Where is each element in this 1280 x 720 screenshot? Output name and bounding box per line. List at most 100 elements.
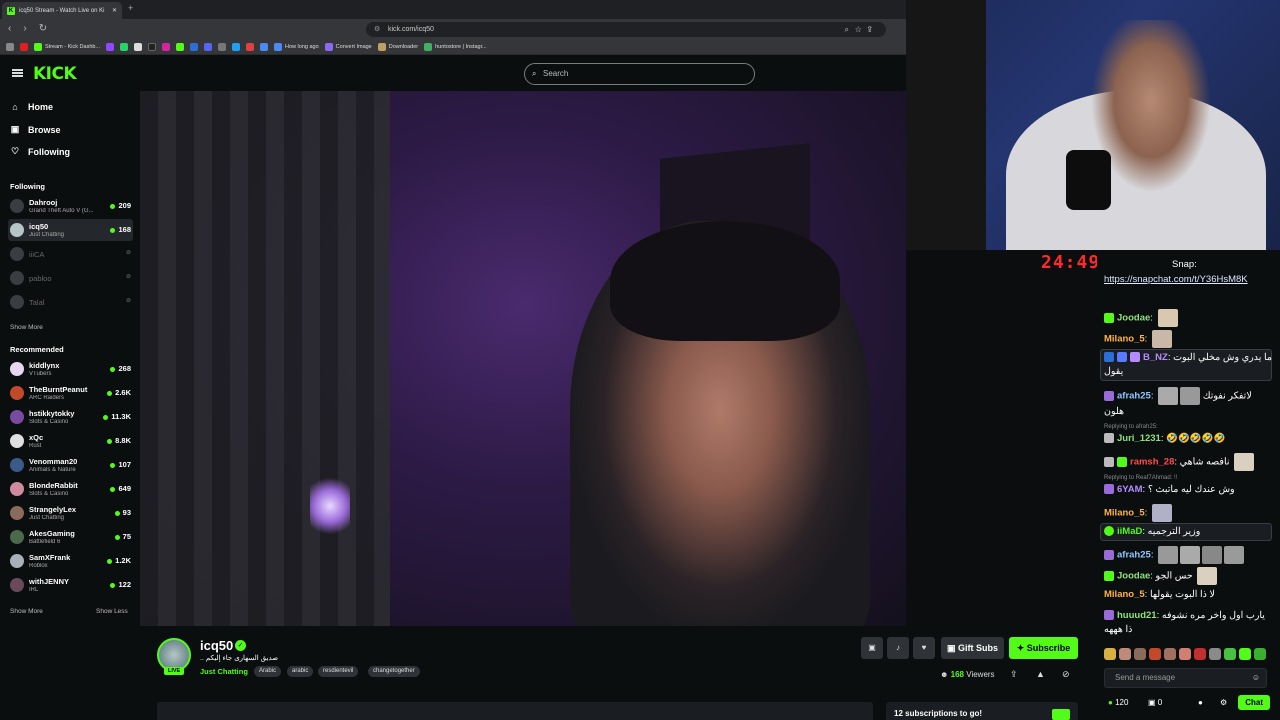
sidebar-channel[interactable]: pabloo ⊘ <box>8 267 133 289</box>
nav-following[interactable]: ♡ Following <box>10 146 70 157</box>
badge-icon <box>1104 352 1114 363</box>
forward-icon[interactable]: › <box>23 23 26 34</box>
sidebar-channel[interactable]: SamXFrank Roblox 1.2K <box>8 550 133 572</box>
tag-arabic-lower[interactable]: arabic <box>287 666 314 677</box>
sidebar-channel[interactable]: TheBurntPeanut ARC Raiders 2.6K <box>8 382 133 404</box>
sidebar-channel[interactable]: xQc Rust 8.8K <box>8 430 133 452</box>
subscribe-button[interactable]: ✦ Subscribe <box>1009 637 1078 659</box>
sidebar-channel[interactable]: iiiCA ⊘ <box>8 243 133 265</box>
bookmark-icon[interactable] <box>190 43 199 51</box>
back-icon[interactable]: ‹ <box>8 23 11 34</box>
sidebar-channel[interactable]: BlondeRabbit Slots & Casino 649 <box>8 478 133 500</box>
site-info-icon[interactable]: ⚙ <box>374 22 380 37</box>
show-more-recommended[interactable]: Show More <box>10 608 43 615</box>
show-more-following[interactable]: Show More <box>10 324 43 331</box>
twitch-icon[interactable] <box>106 43 115 51</box>
sidebar-channel[interactable]: hstikkytokky Slots & Casino 11.3K <box>8 406 133 428</box>
whatsapp-icon[interactable] <box>120 43 129 51</box>
notification-bell-icon[interactable]: ♪ <box>887 637 909 659</box>
channel-avatar <box>10 554 24 568</box>
bookmark-icon[interactable] <box>246 43 255 51</box>
sidebar-channel[interactable]: Dahrooj Grand Theft Auto V (G... 209 <box>8 195 133 217</box>
bookmark-downloader[interactable]: Downloader <box>377 43 418 51</box>
report-icon[interactable]: ▲ <box>1036 669 1045 679</box>
bookmark-convert-image[interactable]: Convert Image <box>324 43 372 51</box>
sidebar-channel[interactable]: kiddlynx VTubers 268 <box>8 358 133 380</box>
emote-icon[interactable] <box>1134 648 1146 660</box>
emote-icon[interactable] <box>1179 648 1191 660</box>
bookmark-how-long-ago[interactable]: How long ago <box>274 43 319 51</box>
nav-browse[interactable]: ▣ Browse <box>10 124 61 135</box>
tag-changetogether[interactable]: changetogether <box>368 666 420 677</box>
gift-subs-button[interactable]: ▣ Gift Subs <box>941 637 1004 659</box>
chat-users-icon[interactable]: ● <box>1198 698 1203 707</box>
video-player[interactable] <box>140 91 906 626</box>
emote-icon[interactable] <box>1149 648 1161 660</box>
youtube-icon[interactable] <box>20 43 28 51</box>
chat-snap-label: Snap: <box>1172 259 1197 270</box>
tag-arabic[interactable]: Arabic <box>254 666 282 677</box>
stream-category[interactable]: Just Chatting <box>200 667 248 676</box>
bookmark-huntostore[interactable]: huntostore | Instagr... <box>424 43 487 51</box>
hide-icon[interactable]: ⊘ <box>1062 669 1070 680</box>
menu-icon[interactable] <box>12 69 23 77</box>
chat-message: B_NZ: ما يدري وش مخلي البوت يقول <box>1104 352 1273 377</box>
url-field[interactable]: ⚙ kick.com/icq50 ⌕☆⇪ <box>366 22 886 37</box>
emote-icon[interactable] <box>1254 648 1266 660</box>
new-tab-button[interactable]: + <box>128 3 133 13</box>
browser-tab[interactable]: K icq50 Stream - Watch Live on Ki ✕ <box>2 2 122 19</box>
search-input[interactable]: ⌕ Search <box>524 63 755 85</box>
channel-category: Animals & Nature <box>29 467 76 473</box>
emote-icon[interactable] <box>1239 648 1251 660</box>
chat-snap-link[interactable]: https://snapchat.com/t/Y36HsM8K <box>1104 273 1270 287</box>
channel-viewers: 107 <box>110 460 131 469</box>
instagram-icon[interactable] <box>162 43 171 51</box>
sidebar-channel[interactable]: Talal ⊘ <box>8 291 133 313</box>
channel-name: xQc <box>29 433 44 442</box>
follow-heart-icon[interactable]: ♥ <box>913 637 935 659</box>
kick-logo[interactable]: KICK <box>33 64 77 84</box>
tab-title: icq50 Stream - Watch Live on Ki <box>19 7 105 14</box>
emoji-picker-icon[interactable]: ☺ <box>1252 669 1260 687</box>
reload-icon[interactable]: ↻ <box>39 23 47 34</box>
chat-message: huuud21: يارب اول واخر مره نشوفه ذا هههه <box>1104 610 1265 635</box>
x-icon[interactable] <box>134 43 143 51</box>
bookmark-kick-dashboard[interactable]: Stream - Kick Dashb... <box>34 43 100 51</box>
theater-mode-icon[interactable]: ▣ <box>861 637 883 659</box>
sidebar-channel[interactable]: StrangelyLex Just Chatting 93 <box>8 502 133 524</box>
chat-footer: ● 120 ▣ 0 ● ⚙ Chat <box>1104 694 1272 714</box>
emote-icon[interactable] <box>1164 648 1176 660</box>
tab-close-icon[interactable]: ✕ <box>112 7 117 14</box>
channel-points[interactable]: ● 120 <box>1108 698 1128 707</box>
emote-icon[interactable] <box>1119 648 1131 660</box>
subs-goal-button[interactable] <box>1052 709 1070 720</box>
tag-resdientevil[interactable]: resdientevil <box>318 666 359 677</box>
emote-icon[interactable] <box>1104 648 1116 660</box>
sidebar-channel[interactable]: icq50 Just Chatting 168 <box>8 219 133 241</box>
bookmark-icon[interactable] <box>260 43 269 51</box>
sidebar-channel[interactable]: withJENNY IRL 122 <box>8 574 133 596</box>
chat-settings-icon[interactable]: ⚙ <box>1220 698 1227 707</box>
channel-category: Grand Theft Auto V (G... <box>29 208 94 214</box>
sidebar-channel[interactable]: AkesGaming Battlefield 6 75 <box>8 526 133 548</box>
streamer-name[interactable]: icq50 <box>200 638 233 653</box>
search-icon: ⌕ <box>532 69 537 78</box>
channel-category: Battlefield 6 <box>29 539 61 545</box>
nav-home[interactable]: ⌂ Home <box>10 102 53 112</box>
tiktok-icon[interactable] <box>148 43 157 51</box>
sidebar-channel[interactable]: Venomman20 Animals & Nature 107 <box>8 454 133 476</box>
kick-icon[interactable] <box>176 43 185 51</box>
show-less-recommended[interactable]: Show Less <box>96 608 128 615</box>
bookmark-icon[interactable] <box>232 43 241 51</box>
share-icon[interactable]: ⇪ <box>1010 669 1018 680</box>
emote-icon[interactable] <box>1224 648 1236 660</box>
apps-icon[interactable] <box>6 43 14 51</box>
emote-icon[interactable] <box>1194 648 1206 660</box>
discord-icon[interactable] <box>204 43 213 51</box>
gift-counter[interactable]: ▣ 0 <box>1148 698 1162 707</box>
chat-message-input[interactable]: Send a message ☺ <box>1104 668 1267 688</box>
emote-icon[interactable] <box>1209 648 1221 660</box>
video-scene-lamp <box>310 471 350 541</box>
chat-send-button[interactable]: Chat <box>1238 695 1270 710</box>
github-icon[interactable] <box>218 43 227 51</box>
